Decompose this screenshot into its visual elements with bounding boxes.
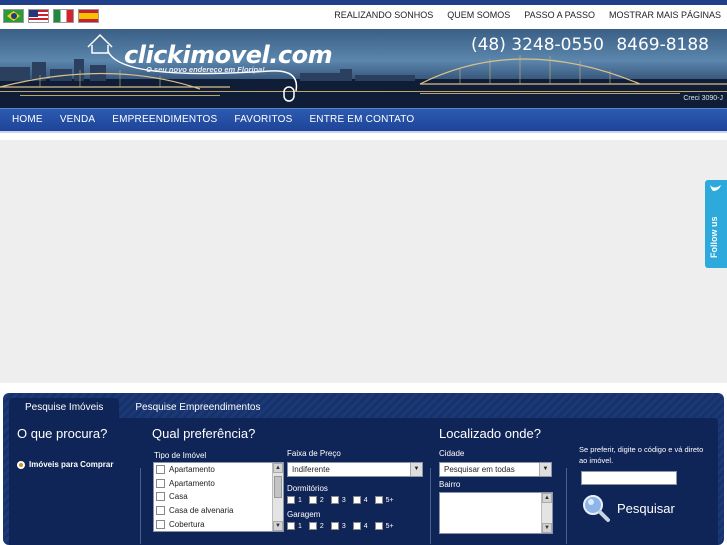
search-tabs: Pesquise Imóveis Pesquise Empreendimento… (9, 398, 276, 418)
city-label: Cidade (439, 449, 465, 458)
brazil-flag-icon[interactable] (3, 9, 24, 23)
divider (140, 468, 141, 544)
logo-tagline: O seu novo endereço em Floripa! (146, 65, 265, 74)
magnifier-icon (583, 495, 610, 522)
top-menu-item-realizando-sonhos[interactable]: REALIZANDO SONHOS (334, 10, 433, 20)
garage-checkbox-3[interactable] (330, 522, 339, 530)
list-item[interactable]: Apartamento (154, 463, 283, 477)
list-scrollbar[interactable]: ▲ ▼ (272, 463, 283, 531)
main-nav: HOME VENDA EMPREENDIMENTOS FAVORITOS ENT… (0, 108, 727, 133)
creci-registration: Creci 3090-J (683, 95, 723, 102)
bedrooms-label: Dormitórios (287, 484, 328, 493)
divider (566, 468, 567, 544)
bedrooms-checkbox-4[interactable] (352, 496, 361, 504)
list-item[interactable]: Cobertura (154, 517, 283, 531)
language-flags (3, 9, 99, 23)
city-select[interactable]: Pesquisar em todas ▼ (439, 462, 552, 477)
neighborhood-scrollbar[interactable]: ▲ ▼ (541, 493, 552, 533)
garage-checkbox-4[interactable] (352, 522, 361, 530)
checkbox[interactable] (156, 478, 165, 488)
scroll-down-icon[interactable]: ▼ (273, 521, 283, 531)
code-hint: Se preferir, digite o código e vá direto… (579, 445, 704, 465)
garage-options: 1 2 3 4 5+ (287, 522, 401, 530)
top-bar: REALIZANDO SONHOS QUEM SOMOS PASSO A PAS… (0, 5, 727, 29)
phone-numbers: (48) 3248-0550 8469-8188 (471, 35, 709, 55)
nav-item-venda[interactable]: VENDA (60, 109, 95, 131)
property-code-input[interactable] (581, 471, 677, 485)
price-select[interactable]: Indiferente ▼ (287, 462, 423, 477)
chevron-down-icon: ▼ (539, 463, 551, 476)
top-menu-item-quem-somos[interactable]: QUEM SOMOS (447, 10, 510, 20)
usa-flag-icon[interactable] (28, 9, 49, 23)
bedrooms-checkbox-5[interactable] (374, 496, 383, 504)
nav-item-empreendimentos[interactable]: EMPREENDIMENTOS (112, 109, 217, 131)
scroll-up-icon[interactable]: ▲ (542, 493, 552, 503)
buy-option-radio[interactable]: Imóveis para Comprar (17, 460, 113, 469)
garage-checkbox-1[interactable] (287, 522, 295, 530)
neighborhood-label: Bairro (439, 480, 461, 489)
what-heading: O que procura? (17, 426, 108, 441)
search-panel: Pesquise Imóveis Pesquise Empreendimento… (3, 393, 724, 545)
list-item[interactable]: Apartamento (154, 477, 283, 491)
tab-pesquise-empreendimentos[interactable]: Pesquise Empreendimentos (119, 398, 276, 418)
checkbox[interactable] (156, 506, 165, 516)
page: REALIZANDO SONHOS QUEM SOMOS PASSO A PAS… (0, 0, 727, 545)
radio-icon (17, 460, 25, 469)
nav-item-home[interactable]: HOME (12, 109, 43, 131)
price-label: Faixa de Preço (287, 449, 341, 458)
checkbox[interactable] (156, 492, 165, 502)
garage-label: Garagem (287, 510, 321, 519)
bedrooms-checkbox-1[interactable] (287, 496, 295, 504)
chevron-down-icon: ▼ (410, 463, 422, 476)
nav-item-contato[interactable]: ENTRE EM CONTATO (309, 109, 414, 131)
divider (430, 468, 431, 544)
top-menu-item-passo-a-passo[interactable]: PASSO A PASSO (524, 10, 595, 20)
spain-flag-icon[interactable] (78, 9, 99, 23)
scroll-up-icon[interactable]: ▲ (273, 463, 283, 473)
scroll-thumb[interactable] (274, 476, 282, 498)
checkbox[interactable] (156, 519, 165, 529)
bedrooms-options: 1 2 3 4 5+ (287, 496, 401, 504)
phone-main: (48) 3248-0550 (470, 35, 604, 55)
nav-item-favoritos[interactable]: FAVORITOS (234, 109, 292, 131)
neighborhood-list[interactable]: ▲ ▼ (439, 492, 553, 534)
bedrooms-checkbox-2[interactable] (308, 496, 317, 504)
bedrooms-checkbox-3[interactable] (330, 496, 339, 504)
tab-pesquise-imoveis[interactable]: Pesquise Imóveis (9, 398, 120, 418)
scroll-down-icon[interactable]: ▼ (542, 523, 552, 533)
header-banner: clickimovel.com O seu novo endereço em F… (0, 29, 727, 108)
twitter-bird-icon (710, 185, 721, 191)
garage-checkbox-2[interactable] (308, 522, 317, 530)
top-menu: REALIZANDO SONHOS QUEM SOMOS PASSO A PAS… (334, 10, 721, 20)
buy-option-label: Imóveis para Comprar (29, 460, 114, 469)
search-button-label: Pesquisar (617, 500, 675, 516)
italy-flag-icon[interactable] (53, 9, 74, 23)
garage-checkbox-5[interactable] (374, 522, 383, 530)
property-type-label: Tipo de Imóvel (154, 451, 207, 460)
top-menu-item-mostrar-mais[interactable]: MOSTRAR MAIS PÁGINAS (609, 10, 721, 20)
phone-mobile: 8469-8188 (616, 35, 709, 55)
search-button[interactable]: Pesquisar (581, 493, 675, 523)
checkbox[interactable] (156, 465, 165, 475)
list-item[interactable]: Casa de alvenaria (154, 504, 283, 518)
follow-us-tab[interactable]: Follow us (705, 180, 727, 268)
price-value: Indiferente (292, 465, 330, 474)
property-type-list[interactable]: Apartamento Apartamento Casa Casa de alv… (153, 462, 284, 532)
content-placeholder-area (0, 140, 727, 383)
follow-us-label: Follow us (709, 216, 719, 259)
location-heading: Localizado onde? (439, 426, 541, 441)
city-value: Pesquisar em todas (444, 465, 515, 474)
search-form: O que procura? Imóveis para Comprar Qual… (9, 418, 718, 545)
list-item[interactable]: Casa (154, 490, 283, 504)
preference-heading: Qual preferência? (152, 426, 256, 441)
